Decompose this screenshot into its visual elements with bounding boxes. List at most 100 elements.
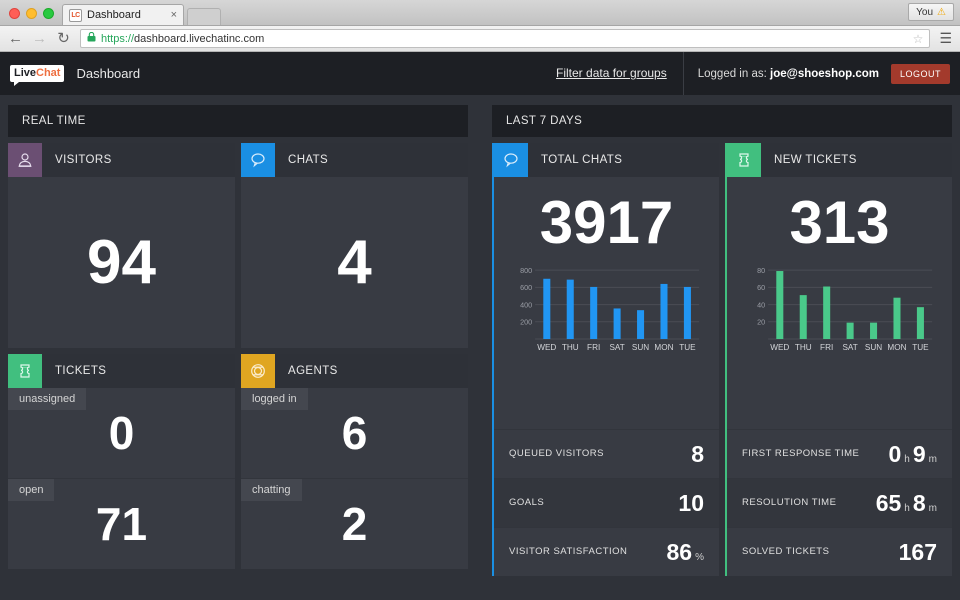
profile-label: You [916, 7, 933, 18]
tickets-card[interactable]: TICKETS unassigned 0 open 71 [8, 354, 235, 569]
window-traffic-lights [0, 8, 62, 25]
new-tickets-value-area: 313 [727, 177, 952, 255]
metric-resolution-time-minutes-unit: m [929, 503, 937, 514]
metric-resolution-time-minutes: 8 [913, 490, 926, 517]
agents-loggedin-value: 6 [342, 410, 368, 456]
browser-toolbar: ← → ↻ https://dashboard.livechatinc.com … [0, 26, 960, 52]
tickets-open-value: 71 [96, 501, 147, 547]
total-chats-chart-svg: 200400600800WEDTHUFRISATSUNMONTUE [510, 261, 703, 357]
hamburger-menu-icon[interactable]: ☰ [939, 30, 952, 47]
agents-chatting-tag: chatting [241, 479, 302, 501]
tab-favicon-icon: LC [69, 9, 82, 22]
browser-window: LC Dashboard × You ⚠ ← → ↻ https://dashb… [0, 0, 960, 52]
agents-chatting-value: 2 [342, 501, 368, 547]
logo-text-live: Live [14, 67, 36, 79]
svg-text:SAT: SAT [842, 342, 857, 352]
svg-text:SAT: SAT [609, 342, 624, 352]
tickets-unassigned-value: 0 [109, 410, 135, 456]
visitors-value-area: 94 [8, 177, 235, 348]
metric-resolution-time-hours-unit: h [904, 503, 910, 514]
browser-tabstrip: LC Dashboard × You ⚠ [0, 0, 960, 26]
metric-visitor-satisfaction-value-group: 86 % [667, 539, 705, 566]
tickets-card-header: TICKETS [8, 354, 235, 388]
minimize-window-button[interactable] [26, 8, 37, 19]
visitors-value: 94 [87, 232, 156, 294]
metric-solved-tickets: SOLVED TICKETS 167 [727, 527, 952, 576]
agents-card[interactable]: AGENTS logged in 6 chatting 2 [241, 354, 468, 569]
tab-title: Dashboard [87, 9, 166, 21]
realtime-column: REAL TIME VISITORS 94 [8, 105, 468, 576]
agents-loggedin-block: logged in 6 [241, 388, 468, 478]
url-scheme: https:// [101, 33, 134, 45]
new-tickets-card-header: NEW TICKETS [727, 143, 952, 177]
last7days-cards: TOTAL CHATS 3917 200400600800WEDTHUFRISA… [492, 143, 952, 576]
svg-text:MON: MON [887, 342, 906, 352]
metric-goals: GOALS 10 [494, 478, 719, 527]
metric-visitor-satisfaction-value: 86 [667, 539, 693, 566]
logged-in-user: joe@shoeshop.com [770, 68, 879, 80]
svg-text:FRI: FRI [820, 342, 833, 352]
svg-text:40: 40 [757, 300, 765, 309]
metric-first-response-time-label: FIRST RESPONSE TIME [742, 448, 859, 460]
new-tickets-metrics: FIRST RESPONSE TIME 0 h 9 m RESOLUTION T… [727, 429, 952, 576]
last7days-panel-title: LAST 7 DAYS [492, 105, 952, 137]
metric-visitor-satisfaction-label: VISITOR SATISFACTION [509, 546, 627, 558]
metric-resolution-time: RESOLUTION TIME 65 h 8 m [727, 478, 952, 527]
tickets-unassigned-block: unassigned 0 [8, 388, 235, 478]
metric-solved-tickets-value-group: 167 [899, 539, 937, 566]
new-tab-button[interactable] [187, 8, 221, 25]
agents-card-title: AGENTS [275, 365, 338, 377]
chats-value-area: 4 [241, 177, 468, 348]
browser-tab[interactable]: LC Dashboard × [62, 4, 184, 25]
forward-icon[interactable]: → [32, 31, 47, 46]
warning-icon: ⚠ [937, 7, 946, 18]
logo-text-chat: Chat [36, 67, 60, 79]
reload-icon[interactable]: ↻ [56, 31, 71, 46]
svg-text:TUE: TUE [679, 342, 696, 352]
metric-resolution-time-hours: 65 [876, 490, 902, 517]
total-chats-value-area: 3917 [494, 177, 719, 255]
svg-text:THU: THU [562, 342, 579, 352]
svg-text:THU: THU [795, 342, 812, 352]
new-tickets-chart-svg: 20406080WEDTHUFRISATSUNMONTUE [743, 261, 936, 357]
chats-card[interactable]: CHATS 4 [241, 143, 468, 348]
filter-data-for-groups-link[interactable]: Filter data for groups [556, 52, 684, 95]
svg-text:60: 60 [757, 283, 765, 292]
tab-close-icon[interactable]: × [171, 10, 177, 21]
logged-in-status: Logged in as: joe@shoeshop.com [684, 68, 879, 80]
svg-text:TUE: TUE [912, 342, 929, 352]
visitors-card-header: VISITORS [8, 143, 235, 177]
chats-card-title: CHATS [275, 154, 328, 166]
address-bar[interactable]: https://dashboard.livechatinc.com ☆ [80, 29, 930, 48]
url-text: https://dashboard.livechatinc.com [101, 33, 264, 45]
header-right-group: Filter data for groups Logged in as: joe… [556, 52, 950, 95]
back-icon[interactable]: ← [8, 31, 23, 46]
maximize-window-button[interactable] [43, 8, 54, 19]
tickets-open-block: open 71 [8, 478, 235, 569]
close-window-button[interactable] [9, 8, 20, 19]
last7days-column: LAST 7 DAYS TOTAL CHATS 3917 [492, 105, 952, 576]
chats-value: 4 [337, 232, 371, 294]
bookmark-star-icon[interactable]: ☆ [913, 32, 924, 46]
svg-text:800: 800 [520, 266, 532, 275]
agent-ring-icon [241, 354, 275, 388]
tickets-unassigned-tag: unassigned [8, 388, 86, 410]
svg-text:FRI: FRI [587, 342, 600, 352]
realtime-panel-title: REAL TIME [8, 105, 468, 137]
tickets-open-tag: open [8, 479, 54, 501]
metric-solved-tickets-label: SOLVED TICKETS [742, 546, 829, 558]
ticket-icon [8, 354, 42, 388]
profile-button[interactable]: You ⚠ [908, 3, 954, 21]
app-header: LiveChat Dashboard Filter data for group… [0, 52, 960, 95]
metric-goals-label: GOALS [509, 497, 544, 509]
logout-button[interactable]: LOGOUT [891, 64, 950, 84]
metric-visitor-satisfaction-unit: % [695, 552, 704, 563]
realtime-top-cards: VISITORS 94 CHATS [8, 143, 468, 348]
new-tickets-card[interactable]: NEW TICKETS 313 20406080WEDTHUFRISATSUNM… [725, 143, 952, 576]
svg-text:SUN: SUN [865, 342, 882, 352]
svg-text:SUN: SUN [632, 342, 649, 352]
svg-text:20: 20 [757, 317, 765, 326]
visitors-card[interactable]: VISITORS 94 [8, 143, 235, 348]
total-chats-card-title: TOTAL CHATS [528, 154, 622, 166]
total-chats-card[interactable]: TOTAL CHATS 3917 200400600800WEDTHUFRISA… [492, 143, 719, 576]
